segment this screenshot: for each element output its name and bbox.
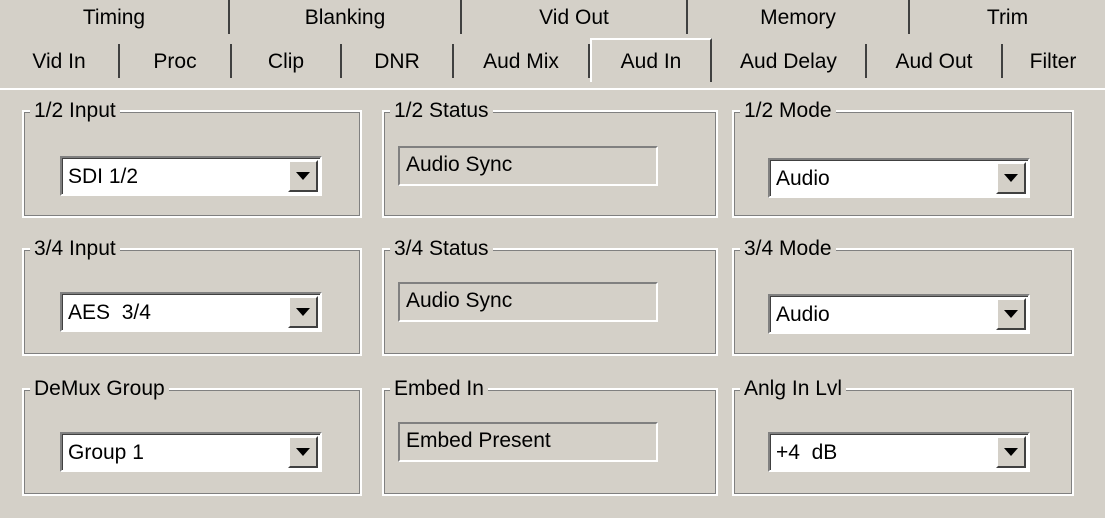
tab-label: Proc [153,49,197,73]
tab-proc[interactable]: Proc [120,44,232,78]
tab-row-front: Vid In Proc Clip DNR Aud Mix Aud In Aud … [0,38,1105,82]
mode-12-legend: 1/2 Mode [740,98,836,124]
mode-34-dropdown-button[interactable] [996,298,1026,330]
tab-clip[interactable]: Clip [232,44,342,78]
demux-group-dropdown-button[interactable] [288,436,318,468]
tab-blanking[interactable]: Blanking [230,0,462,34]
chevron-down-icon [1004,174,1018,182]
anlg-in-lvl-value: +4 dB [776,441,838,464]
chevron-down-icon [296,308,310,316]
mode-12-dropdown-button[interactable] [996,162,1026,194]
status-34-value: Audio Sync [406,289,513,312]
input-34-select[interactable]: AES 3/4 [60,292,322,332]
chevron-down-icon [296,448,310,456]
anlg-in-lvl-select[interactable]: +4 dB [768,432,1030,472]
input-34-value: AES 3/4 [68,301,151,324]
anlg-in-lvl-group: Anlg In Lvl +4 dB [732,376,1074,496]
tab-label: Filter [1029,49,1077,73]
mode-34-group: 3/4 Mode Audio [732,236,1074,356]
input-12-group: 1/2 Input SDI 1/2 [22,98,362,218]
embed-in-value: Embed Present [406,429,551,452]
input-34-group: 3/4 Input AES 3/4 [22,236,362,356]
tab-label: Aud Delay [740,49,837,73]
anlg-in-lvl-dropdown-button[interactable] [996,436,1026,468]
tab-aud-delay[interactable]: Aud Delay [712,44,867,78]
tab-trim[interactable]: Trim [910,0,1105,34]
mode-12-select[interactable]: Audio [768,158,1030,198]
input-12-select[interactable]: SDI 1/2 [60,156,322,196]
tab-dnr[interactable]: DNR [342,44,454,78]
tab-aud-mix[interactable]: Aud Mix [454,44,590,78]
tab-row-back: Timing Blanking Vid Out Memory Trim [0,0,1105,34]
status-12-display: Audio Sync [398,146,658,186]
tab-filter[interactable]: Filter [1003,44,1103,78]
tab-label: Clip [267,49,305,73]
tab-aud-in[interactable]: Aud In [590,38,712,82]
mode-12-value: Audio [776,167,830,190]
tab-timing[interactable]: Timing [0,0,230,34]
status-12-group: 1/2 Status Audio Sync [382,98,718,218]
tab-label: Memory [760,5,836,29]
input-12-legend: 1/2 Input [30,98,120,124]
anlg-in-lvl-legend: Anlg In Lvl [740,376,847,402]
embed-in-legend: Embed In [390,376,488,402]
mode-34-value: Audio [776,303,830,326]
demux-group-legend: DeMux Group [30,376,169,402]
embed-in-group: Embed In Embed Present [382,376,718,496]
tab-label: Blanking [304,5,386,29]
demux-group-value: Group 1 [68,441,144,464]
status-34-legend: 3/4 Status [390,236,493,262]
chevron-down-icon [1004,310,1018,318]
tab-label: Timing [82,5,146,29]
mode-34-legend: 3/4 Mode [740,236,836,262]
tab-label: Vid Out [539,5,609,29]
tab-label: DNR [374,49,420,73]
input-12-dropdown-button[interactable] [288,160,318,192]
demux-group-select[interactable]: Group 1 [60,432,322,472]
demux-group-group: DeMux Group Group 1 [22,376,362,496]
tab-panel-aud-in: 1/2 Input SDI 1/2 1/2 Status Audio Sync … [0,88,1105,518]
embed-in-display: Embed Present [398,422,658,462]
mode-12-group: 1/2 Mode Audio [732,98,1074,218]
tab-label: Aud In [620,49,682,73]
input-34-dropdown-button[interactable] [288,296,318,328]
tab-vid-out[interactable]: Vid Out [462,0,688,34]
tab-label: Aud Mix [483,49,559,73]
input-34-legend: 3/4 Input [30,236,120,262]
status-34-group: 3/4 Status Audio Sync [382,236,718,356]
mode-34-select[interactable]: Audio [768,294,1030,334]
tab-label: Vid In [32,49,86,73]
input-12-value: SDI 1/2 [68,165,139,188]
status-12-legend: 1/2 Status [390,98,493,124]
status-34-display: Audio Sync [398,282,658,322]
tab-label: Trim [986,5,1029,29]
chevron-down-icon [1004,448,1018,456]
tab-aud-out[interactable]: Aud Out [867,44,1003,78]
status-12-value: Audio Sync [406,153,513,176]
tab-memory[interactable]: Memory [688,0,910,34]
tab-vid-in[interactable]: Vid In [0,44,120,78]
tab-label: Aud Out [895,49,973,73]
chevron-down-icon [296,172,310,180]
